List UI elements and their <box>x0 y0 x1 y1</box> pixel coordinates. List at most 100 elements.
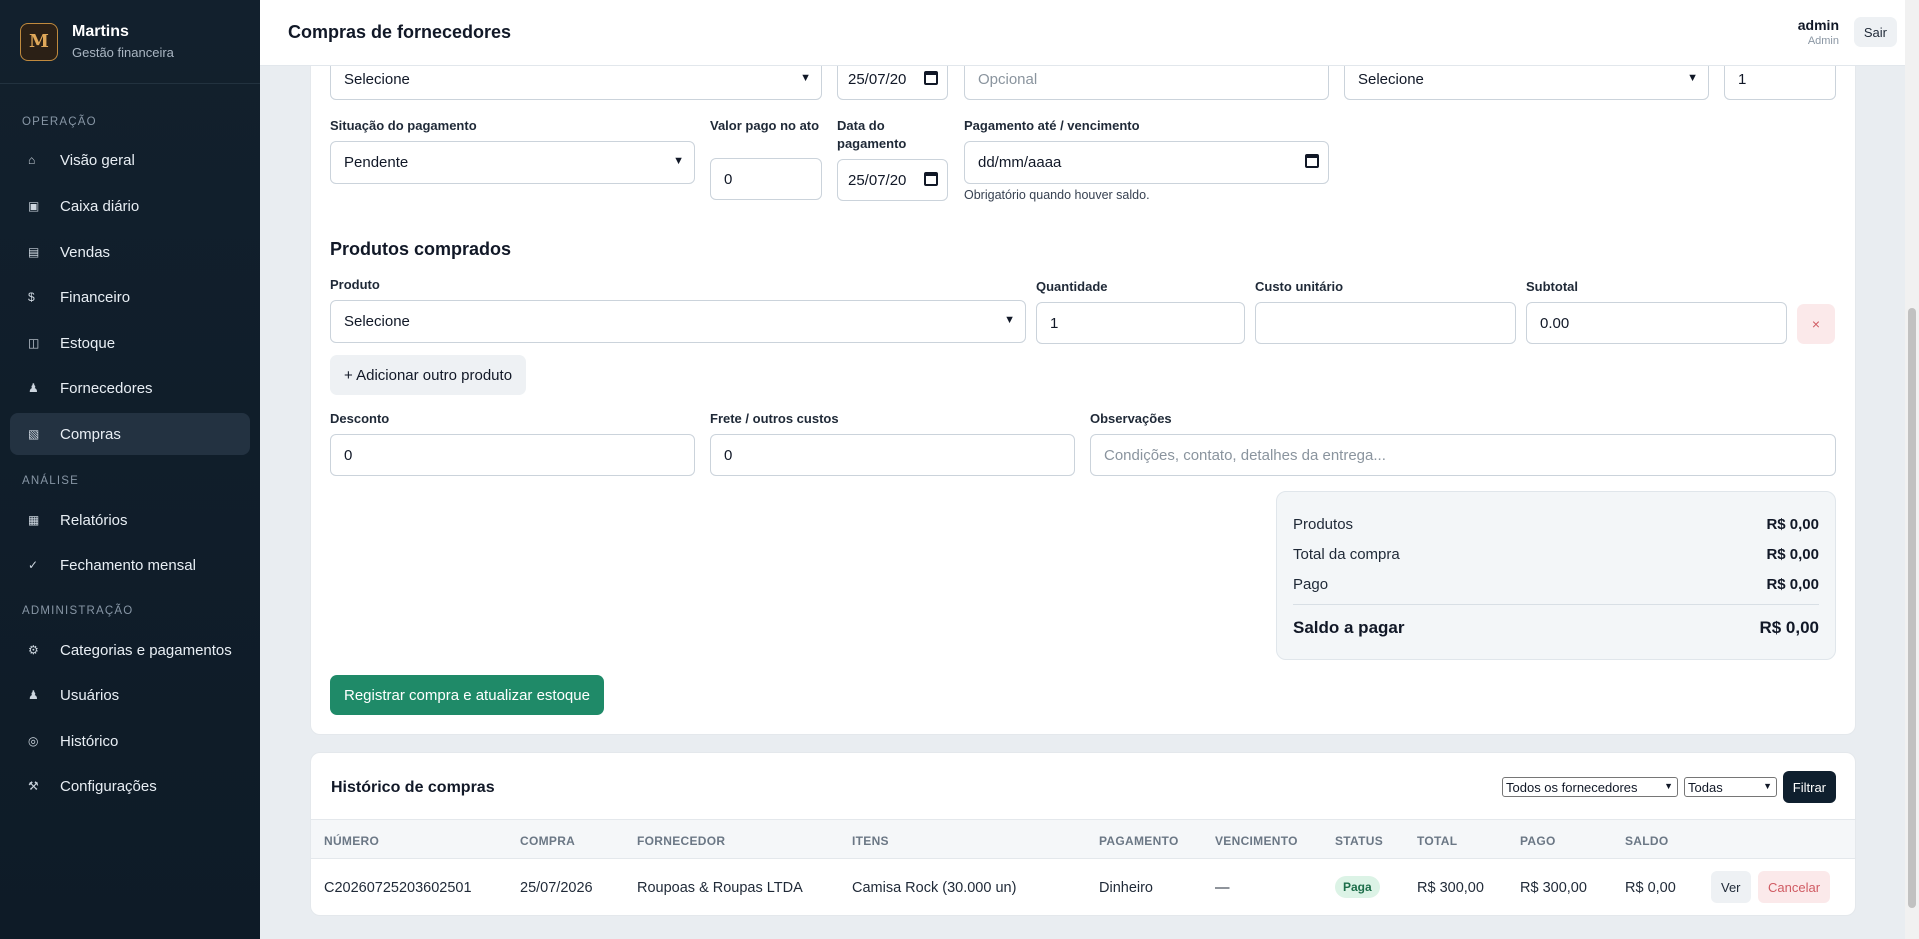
view-button[interactable]: Ver <box>1711 871 1751 903</box>
sidebar-item-label: Usuários <box>60 686 120 704</box>
sidebar-item-fornecedores[interactable]: ♟ Fornecedores <box>10 367 250 409</box>
supplier-filter-value: Todos os fornecedores <box>1506 779 1638 795</box>
chevron-down-icon: ▼ <box>1687 72 1698 84</box>
notes-input[interactable]: Condições, contato, detalhes da entrega.… <box>1090 434 1836 476</box>
scrollbar-thumb[interactable] <box>1908 308 1916 908</box>
sidebar-item-label: Fechamento mensal <box>60 556 196 574</box>
row-balance: R$ 0,00 <box>1625 880 1676 896</box>
user-info: admin Admin <box>1798 17 1839 47</box>
sidebar-item-visao-geral[interactable]: ⌂ Visão geral <box>10 139 250 181</box>
freight-input[interactable]: 0 <box>710 434 1075 476</box>
sidebar-item-fechamento-mensal[interactable]: ✓ Fechamento mensal <box>10 544 250 586</box>
sidebar-item-label: Relatórios <box>60 511 128 529</box>
summary-paid-value: R$ 0,00 <box>1766 576 1819 593</box>
user-icon: ♟ <box>28 688 39 702</box>
discount-input[interactable]: 0 <box>330 434 695 476</box>
notes-placeholder: Condições, contato, detalhes da entrega.… <box>1104 446 1386 464</box>
chevron-down-icon: ▼ <box>673 155 684 167</box>
row-number: C20260725203602501 <box>324 880 472 896</box>
summary-divider <box>1293 604 1819 605</box>
summary-balance-row: Saldo a pagar R$ 0,00 <box>1293 618 1819 638</box>
topbar: Compras de fornecedores admin Admin Sair <box>260 0 1919 66</box>
due-date-help: Obrigatório quando houver saldo. <box>964 188 1150 202</box>
chevron-down-icon: ▼ <box>1664 781 1673 791</box>
sidebar-item-relatorios[interactable]: ▦ Relatórios <box>10 499 250 541</box>
row-total: R$ 300,00 <box>1417 880 1484 896</box>
purchase-summary: Produtos R$ 0,00 Total da compra R$ 0,00 P… <box>1276 491 1836 660</box>
remove-product-button[interactable]: × <box>1797 304 1835 344</box>
sidebar-item-label: Financeiro <box>60 288 131 306</box>
payment-date-input[interactable]: 25/07/20 <box>837 159 948 201</box>
discount-label: Desconto <box>330 411 390 426</box>
brand-subtitle: Gestão financeira <box>72 45 174 60</box>
history-title: Histórico de compras <box>331 779 495 796</box>
optional-input-placeholder: Opcional <box>978 70 1038 88</box>
freight-label: Frete / outros custos <box>710 411 839 426</box>
summary-total-value: R$ 0,00 <box>1766 546 1819 563</box>
unit-cost-label: Custo unitário <box>1255 279 1344 294</box>
column-header: ITENS <box>852 834 889 848</box>
subtotal-input: 0.00 <box>1526 302 1787 344</box>
product-select-value: Selecione <box>344 313 410 330</box>
nav-section-administracao: ADMINISTRAÇÃO <box>22 605 134 617</box>
purchases-icon: ▧ <box>28 427 40 441</box>
notes-label: Observações <box>1090 411 1172 426</box>
sidebar-item-categorias[interactable]: ⚙ Categorias e pagamentos <box>10 629 250 671</box>
dollar-icon: $ <box>28 290 35 304</box>
sidebar-item-configuracoes[interactable]: ⚒ Configurações <box>10 765 250 807</box>
unit-cost-input[interactable] <box>1255 302 1516 344</box>
sidebar-item-financeiro[interactable]: $ Financeiro <box>10 276 250 318</box>
sidebar-item-historico[interactable]: ◎ Histórico <box>10 720 250 762</box>
submit-purchase-button[interactable]: Registrar compra e atualizar estoque <box>330 675 604 715</box>
chevron-down-icon: ▼ <box>800 72 811 84</box>
subtotal-label: Subtotal <box>1526 279 1578 294</box>
sidebar-item-estoque[interactable]: ◫ Estoque <box>10 322 250 364</box>
summary-paid-label: Pago <box>1293 576 1329 593</box>
payment-date-value: 25/07/20 <box>848 171 907 189</box>
sidebar-item-vendas[interactable]: ▤ Vendas <box>10 231 250 273</box>
supplier-select-value: Selecione <box>344 70 410 88</box>
product-select[interactable]: Selecione ▼ <box>330 300 1026 343</box>
chevron-down-icon: ▼ <box>1763 781 1772 791</box>
cancel-button[interactable]: Cancelar <box>1758 871 1831 903</box>
due-date-input[interactable]: dd/mm/aaaa <box>964 141 1329 184</box>
quantity-label: Quantidade <box>1036 279 1108 294</box>
products-heading: Produtos comprados <box>330 239 512 259</box>
sidebar-item-usuarios[interactable]: ♟ Usuários <box>10 674 250 716</box>
status-badge: Paga <box>1335 876 1380 898</box>
purchase-date-value: 25/07/20 <box>848 70 907 88</box>
summary-paid-row: Pago R$ 0,00 <box>1293 576 1819 593</box>
user-name: admin <box>1797 17 1839 33</box>
sidebar-item-compras[interactable]: ▧ Compras <box>10 413 250 455</box>
payment-method-value: Selecione <box>1358 70 1424 88</box>
paid-now-input[interactable]: 0 <box>710 158 822 200</box>
nav-section-analise: ANÁLISE <box>22 475 79 487</box>
sidebar-item-label: Histórico <box>60 732 119 750</box>
filter-button[interactable]: Filtrar <box>1782 771 1836 803</box>
purchase-history-card: Histórico de compras Todos os fornecedor… <box>310 752 1856 916</box>
gear-icon: ⚙ <box>28 643 39 657</box>
home-icon: ⌂ <box>28 153 36 167</box>
quantity-input[interactable]: 1 <box>1036 302 1245 344</box>
payment-status-select[interactable]: Pendente ▼ <box>330 141 695 184</box>
row-paid: R$ 300,00 <box>1520 880 1587 896</box>
status-filter-select[interactable]: Todas ▼ <box>1684 777 1777 797</box>
column-header: PAGO <box>1520 834 1556 848</box>
calendar-icon <box>924 71 938 85</box>
sidebar-item-caixa-diario[interactable]: ▣ Caixa diário <box>10 185 250 227</box>
column-header: SALDO <box>1625 834 1669 848</box>
page-scrollbar[interactable] <box>1905 0 1919 939</box>
nav-section-operacao: OPERAÇÃO <box>22 116 97 128</box>
reports-icon: ▦ <box>28 513 40 527</box>
history-icon: ◎ <box>28 734 39 748</box>
brand[interactable]: M Martins Gestão financeira <box>0 0 260 84</box>
logout-button[interactable]: Sair <box>1853 17 1897 47</box>
add-product-button[interactable]: + Adicionar outro produto <box>330 355 527 395</box>
column-header: NÚMERO <box>324 834 380 848</box>
brand-name: Martins <box>72 23 129 40</box>
check-icon: ✓ <box>28 558 39 572</box>
column-header: STATUS <box>1335 834 1384 848</box>
chevron-down-icon: ▼ <box>1004 314 1015 326</box>
supplier-filter-select[interactable]: Todos os fornecedores ▼ <box>1502 777 1678 797</box>
payment-status-label: Situação do pagamento <box>330 118 477 133</box>
